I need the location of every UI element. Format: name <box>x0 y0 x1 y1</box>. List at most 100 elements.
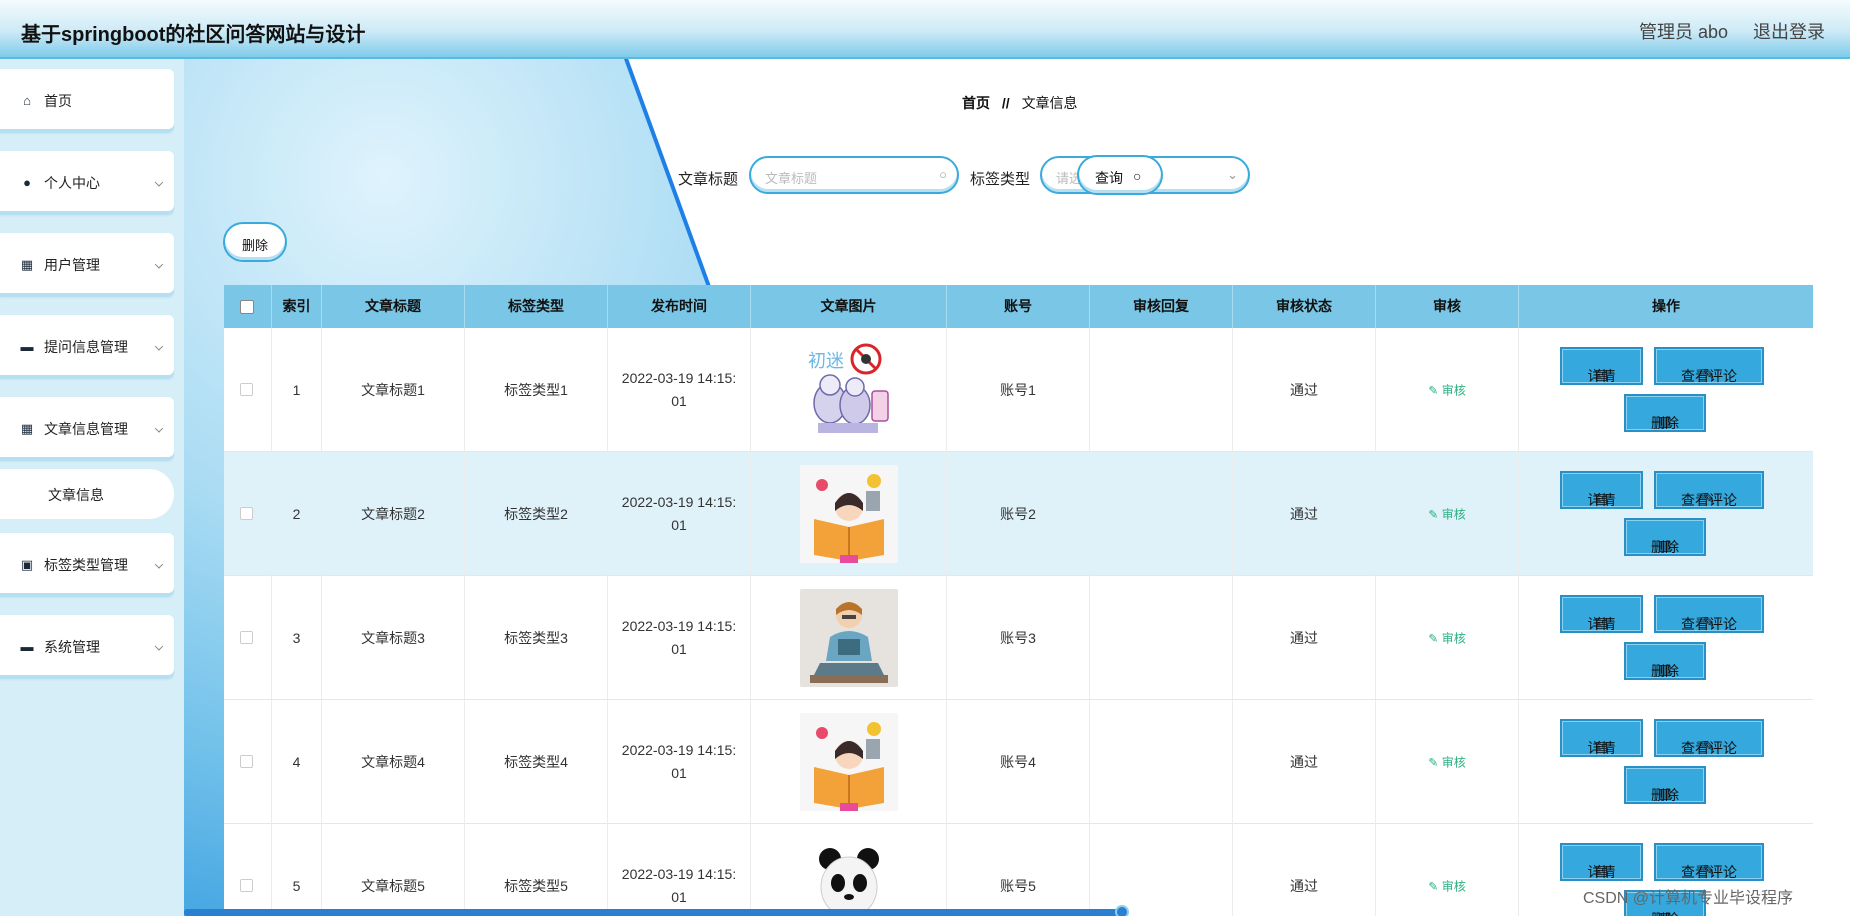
sidebar-item-articles[interactable]: ▦ 文章信息管理 <box>0 397 174 461</box>
audit-cell: ✎ 审核 <box>1376 824 1519 916</box>
audit-link[interactable]: ✎ 审核 <box>1376 630 1518 647</box>
tag-cell: 标签类型4 <box>465 700 608 824</box>
status-cell: 通过 <box>1233 328 1376 452</box>
account-cell: 账号1 <box>947 328 1090 452</box>
detail-button[interactable]: ▤ 详情 <box>1560 843 1643 881</box>
chevron-down-icon <box>154 178 164 187</box>
view-comments-button[interactable]: ✎ 查看评论 <box>1654 719 1764 757</box>
account-cell: 账号3 <box>947 576 1090 700</box>
detail-button[interactable]: ▤ 详情 <box>1560 347 1643 385</box>
sidebar-item-tags[interactable]: ▣ 标签类型管理 <box>0 533 174 597</box>
article-image: 初迷 <box>800 341 898 439</box>
image-cell <box>751 700 947 824</box>
title-cell: 文章标题2 <box>322 452 465 576</box>
breadcrumb-home[interactable]: 首页 <box>962 95 990 111</box>
audit-cell: ✎ 审核 <box>1376 452 1519 576</box>
view-comments-button[interactable]: ✎ 查看评论 <box>1654 471 1764 509</box>
column-header: 审核 <box>1376 285 1519 328</box>
sidebar-item-personal[interactable]: ● 个人中心 <box>0 151 174 215</box>
svg-text:初迷: 初迷 <box>808 351 844 372</box>
sidebar-item-label: 用户管理 <box>44 257 100 273</box>
reply-cell <box>1090 576 1233 700</box>
row-checkbox[interactable] <box>240 383 253 396</box>
title-cell: 文章标题1 <box>322 328 465 452</box>
row-delete-button[interactable]: ▥ 删除 <box>1624 394 1706 432</box>
batch-delete-label: 删除 <box>242 238 269 253</box>
query-button[interactable]: 查询 ○ <box>1077 155 1163 195</box>
time-cell: 2022-03-19 14:15: 01 <box>608 328 751 452</box>
edit-icon: ✎ <box>1428 755 1442 770</box>
sidebar-item-label: 首页 <box>44 93 72 109</box>
row-checkbox[interactable] <box>240 879 253 892</box>
sidebar-item-questions[interactable]: ▬ 提问信息管理 <box>0 315 174 379</box>
status-cell: 通过 <box>1233 576 1376 700</box>
main-content: 首页 // 文章信息 文章标题 文章标题 ○ 标签类型 请选择标签类型 ⌄ 查询… <box>184 59 1850 916</box>
audit-link[interactable]: ✎ 审核 <box>1376 878 1518 895</box>
grid-icon: ▦ <box>20 257 34 272</box>
horizontal-scrollbar[interactable] <box>184 909 1126 916</box>
sidebar-item-users[interactable]: ▦ 用户管理 <box>0 233 174 297</box>
tag-cell: 标签类型3 <box>465 576 608 700</box>
table-row: 3 文章标题3 标签类型3 2022-03-19 14:15: 01 账号3 通… <box>224 576 1813 700</box>
tag-cell: 标签类型5 <box>465 824 608 916</box>
image-cell <box>751 576 947 700</box>
logout-link[interactable]: 退出登录 <box>1753 18 1825 44</box>
chevron-down-icon <box>154 642 164 651</box>
detail-button[interactable]: ▤ 详情 <box>1560 595 1643 633</box>
image-cell <box>751 452 947 576</box>
row-delete-button[interactable]: ▥ 删除 <box>1624 766 1706 804</box>
row-delete-button[interactable]: ▥ 删除 <box>1624 518 1706 556</box>
article-image <box>800 589 898 687</box>
select-all-checkbox[interactable] <box>240 300 254 314</box>
detail-button[interactable]: ▤ 详情 <box>1560 719 1643 757</box>
tag-cell: 标签类型2 <box>465 452 608 576</box>
actions-cell: ▤ 详情 ✎ 查看评论 ▥ 删除 <box>1519 576 1813 700</box>
index-cell: 3 <box>272 576 322 700</box>
title-cell: 文章标题4 <box>322 700 465 824</box>
audit-cell: ✎ 审核 <box>1376 328 1519 452</box>
breadcrumb-separator: // <box>1001 95 1010 111</box>
view-comments-button[interactable]: ✎ 查看评论 <box>1654 595 1764 633</box>
row-select-cell <box>224 576 272 700</box>
time-cell: 2022-03-19 14:15: 01 <box>608 700 751 824</box>
watermark: CSDN @计算机专业毕设程序 <box>1583 890 1794 907</box>
breadcrumb: 首页 // 文章信息 <box>962 93 1078 113</box>
status-cell: 通过 <box>1233 452 1376 576</box>
row-checkbox[interactable] <box>240 755 253 768</box>
sidebar-subitem-article-info[interactable]: 文章信息 <box>0 469 174 519</box>
scrollbar-handle[interactable] <box>1115 905 1129 916</box>
row-checkbox[interactable] <box>240 631 253 644</box>
app-title: 基于springboot的社区问答网站与设计 <box>21 24 366 46</box>
column-header: 操作 <box>1652 298 1680 314</box>
column-header: 标签类型 <box>465 285 608 328</box>
index-cell: 1 <box>272 328 322 452</box>
row-checkbox[interactable] <box>240 507 253 520</box>
sidebar-item-home[interactable]: ⌂ 首页 <box>0 69 174 133</box>
index-cell: 2 <box>272 452 322 576</box>
detail-button[interactable]: ▤ 详情 <box>1560 471 1643 509</box>
edit-icon: ✎ <box>1428 507 1442 522</box>
row-delete-button[interactable]: ▥ 删除 <box>1624 642 1706 680</box>
audit-link[interactable]: ✎ 审核 <box>1376 506 1518 523</box>
sidebar-item-label: 文章信息管理 <box>44 421 128 437</box>
view-comments-button[interactable]: ✎ 查看评论 <box>1654 347 1764 385</box>
chart-icon: ▣ <box>20 557 34 572</box>
top-header: 基于springboot的社区问答网站与设计 管理员 abo 退出登录 <box>0 0 1850 59</box>
title-cell: 文章标题3 <box>322 576 465 700</box>
audit-link[interactable]: ✎ 审核 <box>1376 754 1518 771</box>
edit-icon: ✎ <box>1428 879 1442 894</box>
audit-link[interactable]: ✎ 审核 <box>1376 382 1518 399</box>
audit-cell: ✎ 审核 <box>1376 576 1519 700</box>
title-cell: 文章标题5 <box>322 824 465 916</box>
table-row: 4 文章标题4 标签类型4 2022-03-19 14:15: 01 账号4 通… <box>224 700 1813 824</box>
account-cell: 账号4 <box>947 700 1090 824</box>
batch-delete-button[interactable]: 删除 <box>223 222 287 262</box>
sidebar-subitem-label: 文章信息 <box>48 487 104 503</box>
reply-cell <box>1090 824 1233 916</box>
column-header: 发布时间 <box>608 285 751 328</box>
title-search-input[interactable]: 文章标题 ○ <box>749 156 959 194</box>
view-comments-button[interactable]: ✎ 查看评论 <box>1654 843 1764 881</box>
reply-cell <box>1090 328 1233 452</box>
sidebar-item-system[interactable]: ▬ 系统管理 <box>0 615 174 679</box>
chevron-down-icon: ⌄ <box>1227 167 1238 182</box>
